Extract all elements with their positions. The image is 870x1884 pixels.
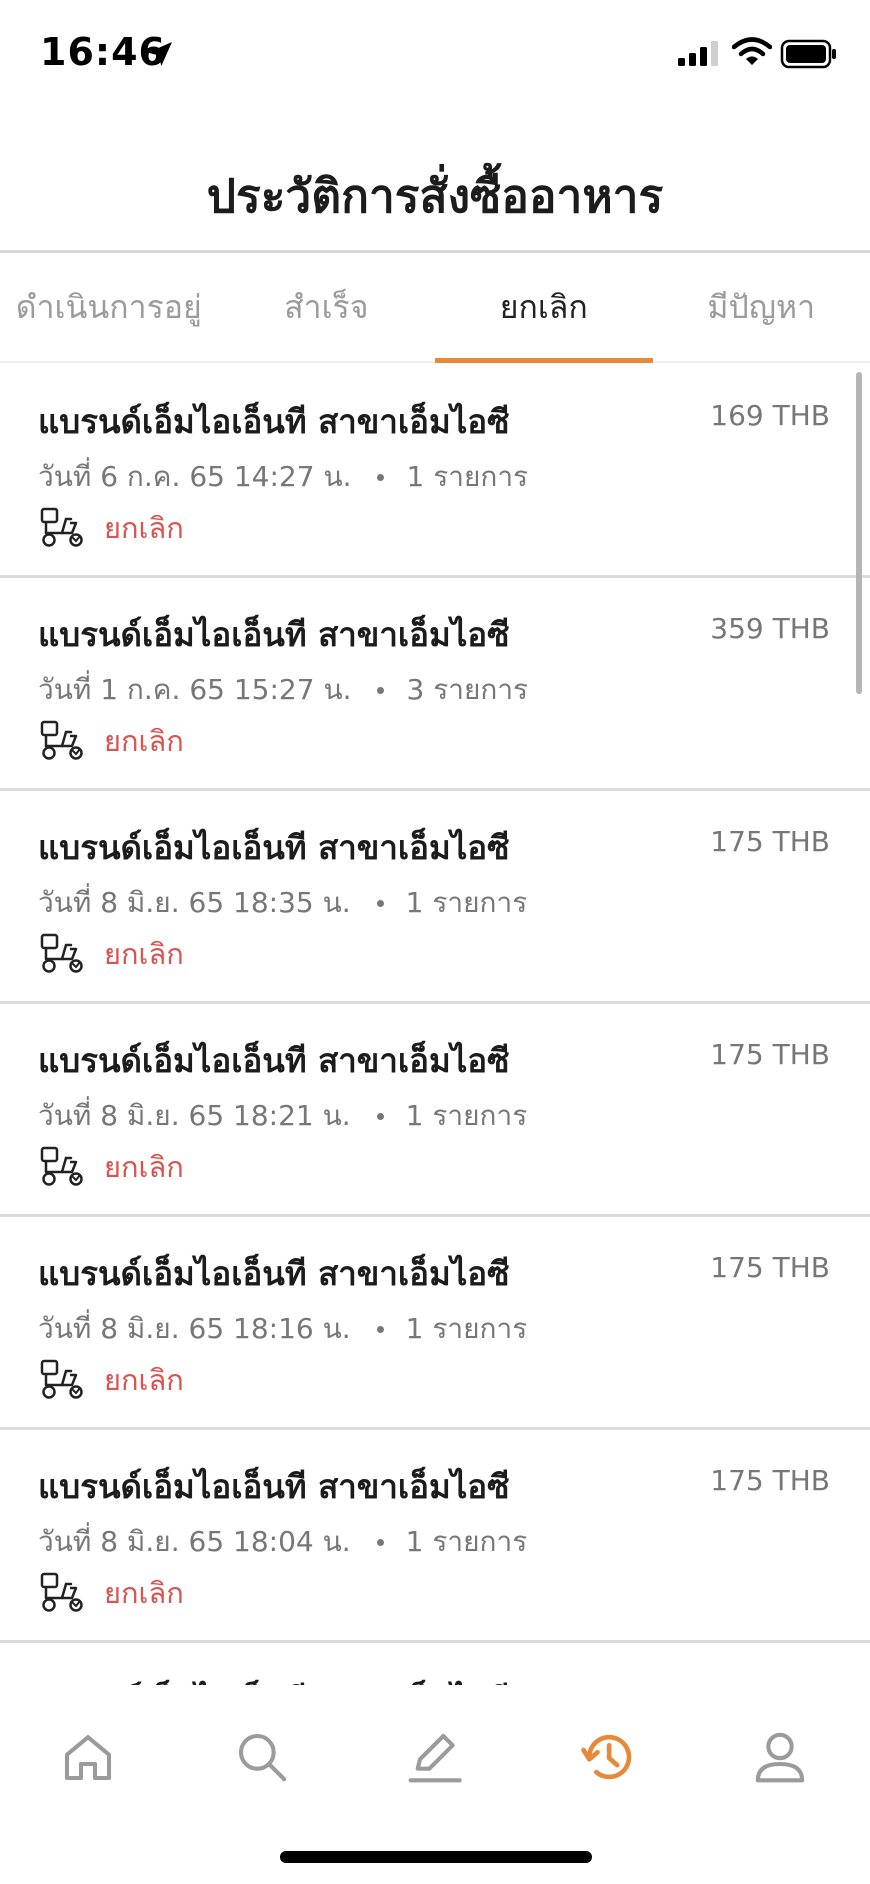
nav-home[interactable] (56, 1725, 120, 1789)
order-date: วันที่ 8 มิ.ย. 65 18:21 น. (38, 1099, 351, 1132)
separator-dot (377, 473, 385, 481)
order-restaurant-name: แบรนด์เอ็มไอเอ็นที สาขาเอ็มไอซี (38, 615, 510, 654)
scrollbar[interactable] (856, 372, 862, 694)
order-restaurant-name: แบรนด์เอ็มไอเอ็นที สาขาเอ็มไอซี (38, 402, 510, 441)
order-restaurant-name: แบรนด์เอ็มไอเอ็นที สาขาเอ็มไอซี (38, 828, 510, 867)
search-icon (238, 1733, 287, 1782)
separator-dot (377, 686, 385, 694)
order-meta: วันที่ 8 มิ.ย. 65 18:04 น. 1 รายการ (38, 1520, 527, 1564)
delivery-scooter-icon (40, 933, 83, 973)
order-status: ยกเลิก (38, 718, 184, 764)
separator-dot (376, 1538, 384, 1546)
order-meta: วันที่ 6 ก.ค. 65 14:27 น. 1 รายการ (38, 455, 528, 499)
order-restaurant-name: แบรนด์เอ็มไอเอ็นที สาขาเอ็มไอซี (38, 1467, 510, 1506)
home-icon (64, 1735, 112, 1781)
order-status: ยกเลิก (38, 1570, 184, 1616)
order-restaurant-name: แบรนด์เอ็มไอเอ็นที สาขาเอ็มไอซี (38, 1254, 510, 1293)
delivery-scooter-icon (40, 1146, 83, 1186)
nav-search[interactable] (230, 1725, 294, 1789)
order-date: วันที่ 8 มิ.ย. 65 18:35 น. (38, 886, 351, 919)
order-item-count: 3 รายการ (406, 673, 529, 706)
order-row[interactable]: แบรนด์เอ็มไอเอ็นที สาขาเอ็มไอซี 175 THB … (0, 1217, 870, 1430)
order-price: 175 THB (710, 825, 830, 858)
order-meta: วันที่ 8 มิ.ย. 65 18:16 น. 1 รายการ (38, 1307, 527, 1351)
history-icon (581, 1734, 632, 1780)
order-meta: วันที่ 8 มิ.ย. 65 18:35 น. 1 รายการ (38, 881, 527, 925)
nav-profile[interactable] (748, 1725, 812, 1789)
status-bar: 16:46 (0, 0, 870, 110)
order-price: 175 THB (710, 1038, 830, 1071)
order-row[interactable]: แบรนด์เอ็มไอเอ็นที สาขาเอ็มไอซี (0, 1643, 870, 1685)
order-date: วันที่ 6 ก.ค. 65 14:27 น. (38, 460, 352, 493)
delivery-scooter-icon (40, 507, 83, 547)
status-label: ยกเลิก (104, 724, 184, 758)
separator-dot (376, 1112, 384, 1120)
wifi-icon (732, 37, 772, 65)
status-label: ยกเลิก (104, 1576, 184, 1610)
order-restaurant-name: แบรนด์เอ็มไอเอ็นที สาขาเอ็มไอซี (38, 1673, 510, 1685)
order-row[interactable]: แบรนด์เอ็มไอเอ็นที สาขาเอ็มไอซี 175 THB … (0, 791, 870, 1004)
order-meta: วันที่ 8 มิ.ย. 65 18:21 น. 1 รายการ (38, 1094, 527, 1138)
order-price: 175 THB (710, 1251, 830, 1284)
order-item-count: 1 รายการ (405, 1099, 528, 1132)
order-list: แบรนด์เอ็มไอเอ็นที สาขาเอ็มไอซี 169 THB … (0, 365, 870, 1685)
order-price: 169 THB (710, 399, 830, 432)
order-row[interactable]: แบรนด์เอ็มไอเอ็นที สาขาเอ็มไอซี 175 THB … (0, 1004, 870, 1217)
nav-history[interactable] (576, 1725, 640, 1789)
delivery-scooter-icon (40, 720, 83, 760)
profile-icon (755, 1732, 805, 1783)
tab-completed[interactable]: สำเร็จ (218, 253, 436, 361)
edit-icon (408, 1733, 462, 1783)
order-status: ยกเลิก (38, 505, 184, 551)
location-arrow-icon (148, 42, 172, 66)
page-title: ประวัติการสั่งซื้ออาหาร (206, 169, 664, 223)
home-indicator (280, 1851, 592, 1863)
nav-edit[interactable] (402, 1725, 466, 1789)
delivery-scooter-icon (40, 1572, 83, 1612)
status-label: ยกเลิก (104, 1363, 184, 1397)
order-date: วันที่ 8 มิ.ย. 65 18:16 น. (38, 1312, 351, 1345)
delivery-scooter-icon (40, 1359, 83, 1399)
order-row[interactable]: แบรนด์เอ็มไอเอ็นที สาขาเอ็มไอซี 175 THB … (0, 1430, 870, 1643)
tab-problem[interactable]: มีปัญหา (653, 253, 870, 361)
battery-icon (780, 39, 836, 69)
order-restaurant-name: แบรนด์เอ็มไอเอ็นที สาขาเอ็มไอซี (38, 1041, 510, 1080)
separator-dot (376, 899, 384, 907)
order-item-count: 1 รายการ (405, 886, 528, 919)
order-item-count: 1 รายการ (406, 460, 529, 493)
status-label: ยกเลิก (104, 511, 184, 545)
order-status-tabs: ดำเนินการอยู่ สำเร็จ ยกเลิก มีปัญหา (0, 253, 870, 363)
order-status: ยกเลิก (38, 1357, 184, 1403)
order-meta: วันที่ 1 ก.ค. 65 15:27 น. 3 รายการ (38, 668, 528, 712)
order-item-count: 1 รายการ (405, 1312, 528, 1345)
order-row[interactable]: แบรนด์เอ็มไอเอ็นที สาขาเอ็มไอซี 359 THB … (0, 578, 870, 791)
order-price: 175 THB (710, 1464, 830, 1497)
status-label: ยกเลิก (104, 937, 184, 971)
tab-in-progress[interactable]: ดำเนินการอยู่ (0, 253, 218, 361)
order-status: ยกเลิก (38, 1144, 184, 1190)
order-row[interactable]: แบรนด์เอ็มไอเอ็นที สาขาเอ็มไอซี 169 THB … (0, 365, 870, 578)
cellular-signal-icon (678, 41, 718, 66)
order-item-count: 1 รายการ (405, 1525, 528, 1558)
order-price: 359 THB (710, 612, 830, 645)
order-date: วันที่ 8 มิ.ย. 65 18:04 น. (38, 1525, 351, 1558)
status-label: ยกเลิก (104, 1150, 184, 1184)
tab-cancelled[interactable]: ยกเลิก (435, 253, 653, 363)
order-status: ยกเลิก (38, 931, 184, 977)
order-date: วันที่ 1 ก.ค. 65 15:27 น. (38, 673, 352, 706)
separator-dot (376, 1325, 384, 1333)
